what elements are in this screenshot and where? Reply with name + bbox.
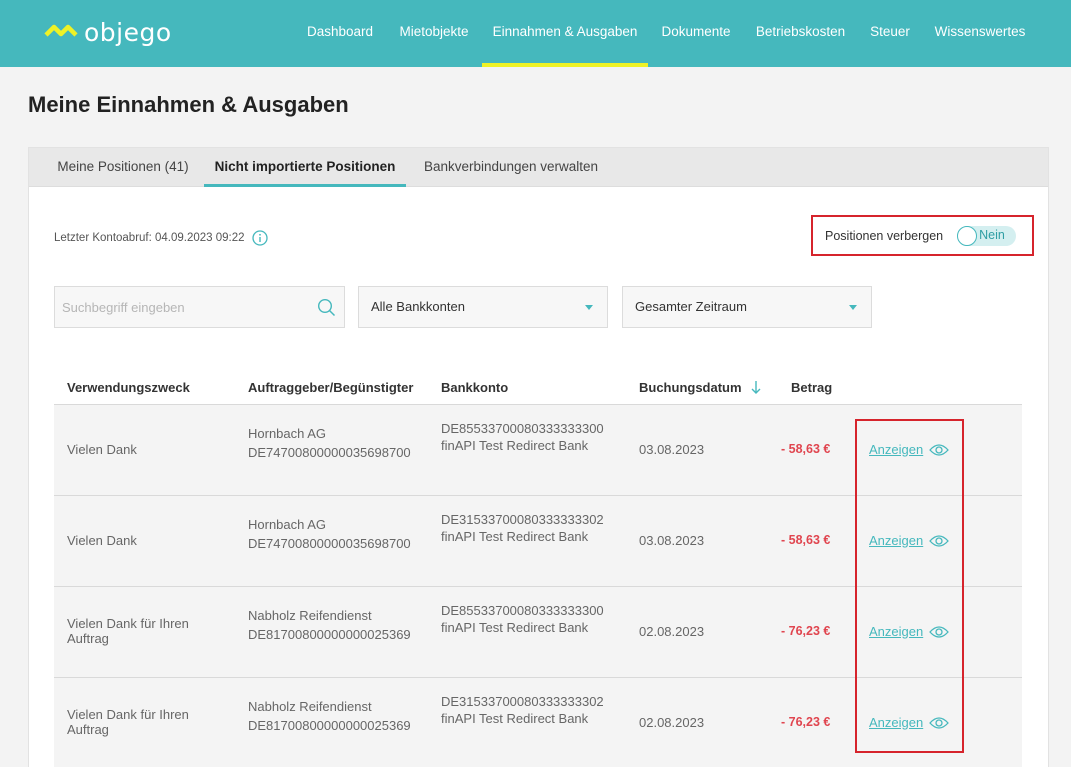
row-date: 02.08.2023 [639, 624, 705, 639]
toggle-state-label: Nein [979, 227, 1005, 242]
nav-wissenswertes[interactable]: Wissenswertes [928, 0, 1032, 67]
row-purpose: Vielen Dank für Ihren Auftrag [67, 616, 189, 646]
row-account: DE85533700080333333300 finAPI Test Redir… [441, 417, 611, 453]
show-button[interactable]: Anzeigen [869, 715, 950, 730]
row-purpose: Vielen Dank für Ihren Auftrag [67, 707, 189, 737]
show-button-label: Anzeigen [869, 442, 924, 457]
last-fetch-info: Letzter Kontoabruf: 04.09.2023 09:22 [54, 230, 268, 246]
nav-dashboard[interactable]: Dashboard [300, 0, 380, 67]
table-row: Vielen Dank für Ihren Auftrag Nabholz Re… [54, 586, 1022, 677]
eye-icon [929, 443, 950, 456]
top-header: objego Dashboard Mietobjekte Einnahmen &… [0, 0, 1071, 67]
payer-iban: DE74700800000035698700 [248, 536, 411, 551]
row-purpose: Vielen Dank [67, 533, 137, 548]
tab-nicht-importierte-positionen[interactable]: Nicht importierte Positionen [204, 148, 406, 187]
row-date: 03.08.2023 [639, 442, 705, 457]
payer-iban: DE81700800000000025369 [248, 718, 411, 733]
row-account: DE31533700080333333302 finAPI Test Redir… [441, 508, 611, 544]
chevron-down-icon [849, 305, 857, 310]
hide-positions-label: Positionen verbergen [825, 228, 944, 243]
eye-icon [929, 716, 950, 729]
show-button[interactable]: Anzeigen [869, 533, 950, 548]
row-date: 02.08.2023 [639, 715, 705, 730]
payer-iban: DE74700800000035698700 [248, 445, 411, 460]
show-button-label: Anzeigen [869, 715, 924, 730]
sort-arrow-down-icon[interactable] [751, 380, 761, 394]
column-header-purpose: Verwendungszweck [67, 380, 190, 395]
toggle-knob [957, 225, 978, 246]
bank-account-select-value: Alle Bankkonten [371, 299, 465, 314]
period-select-value: Gesamter Zeitraum [635, 299, 747, 314]
payer-name: Hornbach AG [248, 517, 327, 532]
positions-card: Meine Positionen (41) Nicht importierte … [28, 147, 1049, 767]
nav-betriebskosten[interactable]: Betriebskosten [748, 0, 853, 67]
row-amount: - 76,23 € [781, 624, 831, 638]
logo-icon [44, 24, 78, 37]
row-amount: - 58,63 € [781, 533, 831, 547]
last-fetch-text: Letzter Kontoabruf: 04.09.2023 09:22 [54, 232, 245, 244]
row-amount: - 58,63 € [781, 442, 831, 456]
search-icon[interactable] [317, 298, 336, 317]
account-bank: finAPI Test Redirect Bank [441, 711, 589, 726]
account-bank: finAPI Test Redirect Bank [441, 620, 589, 635]
column-header-amount: Betrag [791, 380, 833, 395]
chevron-down-icon [585, 305, 593, 310]
page-title: Meine Einnahmen & Ausgaben [28, 92, 349, 117]
row-payer: Nabholz Reifendienst DE81700800000000025… [248, 699, 423, 733]
tab-bar: Meine Positionen (41) Nicht importierte … [29, 148, 1048, 187]
search-input[interactable] [55, 287, 295, 327]
tab-meine-positionen[interactable]: Meine Positionen (41) [41, 148, 205, 187]
hide-positions-toggle[interactable]: Nein [957, 225, 1017, 246]
column-header-payer: Auftraggeber/Begünstigter [248, 380, 414, 395]
payer-name: Hornbach AG [248, 426, 327, 441]
column-header-date-label: Buchungsdatum [639, 380, 742, 395]
bank-account-select[interactable]: Alle Bankkonten [358, 286, 608, 328]
table-row: Vielen Dank Hornbach AG DE74700800000035… [54, 404, 1022, 495]
objego-logo[interactable]: objego [44, 18, 172, 47]
tab-bankverbindungen[interactable]: Bankverbindungen verwalten [415, 148, 607, 187]
account-bank: finAPI Test Redirect Bank [441, 438, 589, 453]
eye-icon [929, 534, 950, 547]
show-button[interactable]: Anzeigen [869, 624, 950, 639]
row-payer: Hornbach AG DE74700800000035698700 [248, 517, 423, 551]
column-header-date[interactable]: Buchungsdatum [639, 380, 761, 395]
row-account: DE85533700080333333300 finAPI Test Redir… [441, 599, 611, 635]
column-header-account: Bankkonto [441, 380, 509, 395]
logo-text: objego [84, 18, 172, 47]
search-box [54, 286, 345, 328]
show-button-label: Anzeigen [869, 624, 924, 639]
account-bank: finAPI Test Redirect Bank [441, 529, 589, 544]
payer-iban: DE81700800000000025369 [248, 627, 411, 642]
info-icon[interactable] [251, 230, 268, 246]
nav-einnahmen-ausgaben[interactable]: Einnahmen & Ausgaben [482, 0, 648, 67]
row-purpose: Vielen Dank [67, 442, 137, 457]
row-date: 03.08.2023 [639, 533, 705, 548]
row-payer: Nabholz Reifendienst DE81700800000000025… [248, 608, 423, 642]
period-select[interactable]: Gesamter Zeitraum [622, 286, 872, 328]
nav-dokumente[interactable]: Dokumente [655, 0, 737, 67]
row-account: DE31533700080333333302 finAPI Test Redir… [441, 690, 611, 726]
hide-positions-control: Positionen verbergen Nein [811, 215, 1034, 256]
table-row: Vielen Dank für Ihren Auftrag Nabholz Re… [54, 677, 1022, 767]
nav-steuer[interactable]: Steuer [862, 0, 918, 67]
eye-icon [929, 625, 950, 638]
payer-name: Nabholz Reifendienst [248, 699, 372, 714]
show-button[interactable]: Anzeigen [869, 442, 950, 457]
row-payer: Hornbach AG DE74700800000035698700 [248, 426, 423, 460]
show-button-label: Anzeigen [869, 533, 924, 548]
payer-name: Nabholz Reifendienst [248, 608, 372, 623]
nav-mietobjekte[interactable]: Mietobjekte [390, 0, 478, 67]
row-amount: - 76,23 € [781, 715, 831, 729]
table-row: Vielen Dank Hornbach AG DE74700800000035… [54, 495, 1022, 586]
